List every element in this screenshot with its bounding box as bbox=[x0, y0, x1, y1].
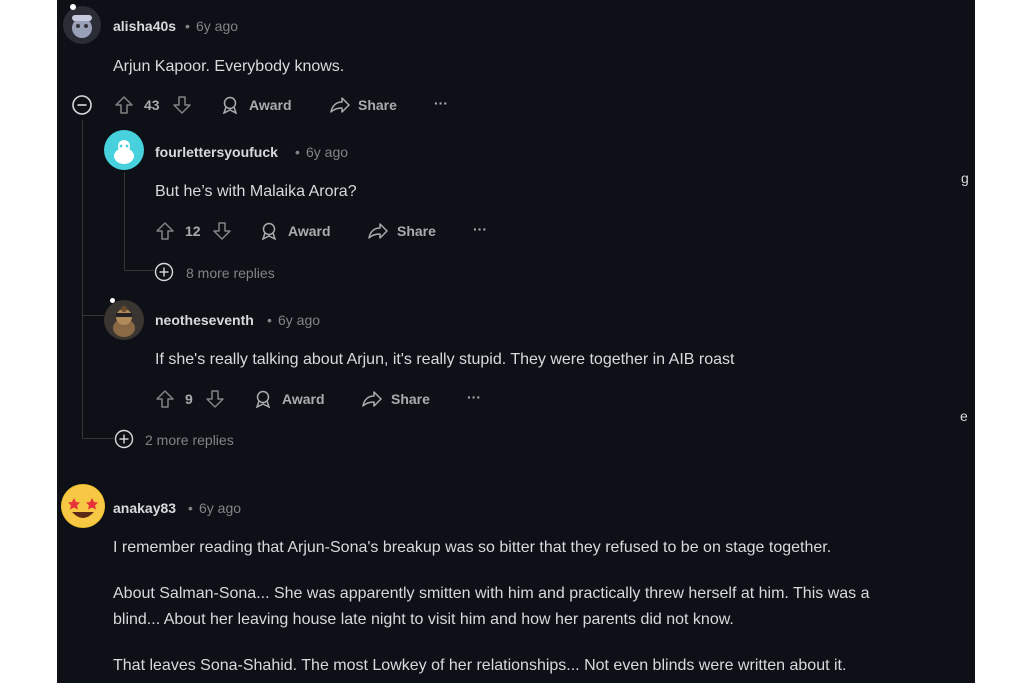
downvote-icon[interactable] bbox=[212, 221, 232, 241]
comment-paragraph: That leaves Sona-Shahid. The most Lowkey… bbox=[113, 657, 847, 674]
timestamp[interactable]: 6y ago bbox=[306, 144, 348, 160]
username[interactable]: anakay83 bbox=[113, 500, 176, 516]
thread-line[interactable] bbox=[82, 120, 83, 438]
downvote-icon[interactable] bbox=[172, 95, 192, 115]
clipped-text: e bbox=[960, 408, 968, 424]
comment-paragraph: About Salman-Sona... She was apparently … bbox=[113, 585, 870, 602]
thread-branch bbox=[82, 438, 114, 439]
award-button[interactable]: Award bbox=[282, 391, 325, 407]
award-icon bbox=[261, 222, 277, 240]
vote-count: 43 bbox=[144, 97, 160, 113]
comment-paragraph: I remember reading that Arjun-Sona's bre… bbox=[113, 539, 832, 556]
comment-thread: alisha40s • 6y ago Arjun Kapoor. Everybo… bbox=[57, 0, 975, 683]
username[interactable]: neotheseventh bbox=[155, 312, 254, 328]
comment-text: But he’s with Malaika Arora? bbox=[155, 183, 357, 200]
downvote-icon[interactable] bbox=[205, 389, 225, 409]
separator-dot: • bbox=[267, 312, 272, 328]
upvote-icon[interactable] bbox=[155, 221, 175, 241]
upvote-icon[interactable] bbox=[114, 95, 134, 115]
award-icon bbox=[255, 390, 271, 408]
share-icon bbox=[368, 223, 388, 239]
online-dot bbox=[70, 4, 76, 10]
avatar[interactable] bbox=[61, 484, 105, 528]
share-button[interactable]: Share bbox=[358, 97, 397, 113]
timestamp[interactable]: 6y ago bbox=[278, 312, 320, 328]
share-button[interactable]: Share bbox=[391, 391, 430, 407]
online-dot bbox=[110, 298, 115, 303]
more-options-icon[interactable]: ··· bbox=[434, 95, 448, 111]
comment-paragraph: blind... About her leaving house late ni… bbox=[113, 611, 734, 628]
separator-dot: • bbox=[185, 18, 190, 34]
thread-branch bbox=[82, 315, 104, 316]
vote-count: 9 bbox=[185, 391, 193, 407]
upvote-icon[interactable] bbox=[155, 389, 175, 409]
separator-dot: • bbox=[188, 500, 193, 516]
separator-dot: • bbox=[295, 144, 300, 160]
collapse-icon[interactable] bbox=[71, 94, 93, 116]
award-button[interactable]: Award bbox=[249, 97, 292, 113]
share-icon bbox=[330, 97, 350, 113]
more-replies-link[interactable]: 8 more replies bbox=[186, 265, 275, 281]
share-icon bbox=[362, 391, 382, 407]
award-button[interactable]: Award bbox=[288, 223, 331, 239]
vote-count: 12 bbox=[185, 223, 201, 239]
timestamp[interactable]: 6y ago bbox=[199, 500, 241, 516]
expand-icon[interactable] bbox=[154, 262, 174, 282]
thread-branch bbox=[124, 270, 154, 271]
comment-text: If she's really talking about Arjun, it'… bbox=[155, 351, 735, 368]
avatar[interactable] bbox=[63, 6, 101, 44]
avatar[interactable] bbox=[104, 300, 144, 340]
thread-line[interactable] bbox=[124, 172, 125, 270]
username[interactable]: fourlettersyoufuck bbox=[155, 144, 278, 160]
username[interactable]: alisha40s bbox=[113, 18, 176, 34]
award-icon bbox=[222, 96, 238, 114]
expand-icon[interactable] bbox=[114, 429, 134, 449]
comment-text: Arjun Kapoor. Everybody knows. bbox=[113, 58, 345, 75]
more-options-icon[interactable]: ··· bbox=[473, 221, 487, 237]
more-replies-link[interactable]: 2 more replies bbox=[145, 432, 234, 448]
avatar[interactable] bbox=[104, 130, 144, 170]
share-button[interactable]: Share bbox=[397, 223, 436, 239]
clipped-text: g bbox=[961, 170, 969, 186]
more-options-icon[interactable]: ··· bbox=[467, 389, 481, 405]
timestamp[interactable]: 6y ago bbox=[196, 18, 238, 34]
